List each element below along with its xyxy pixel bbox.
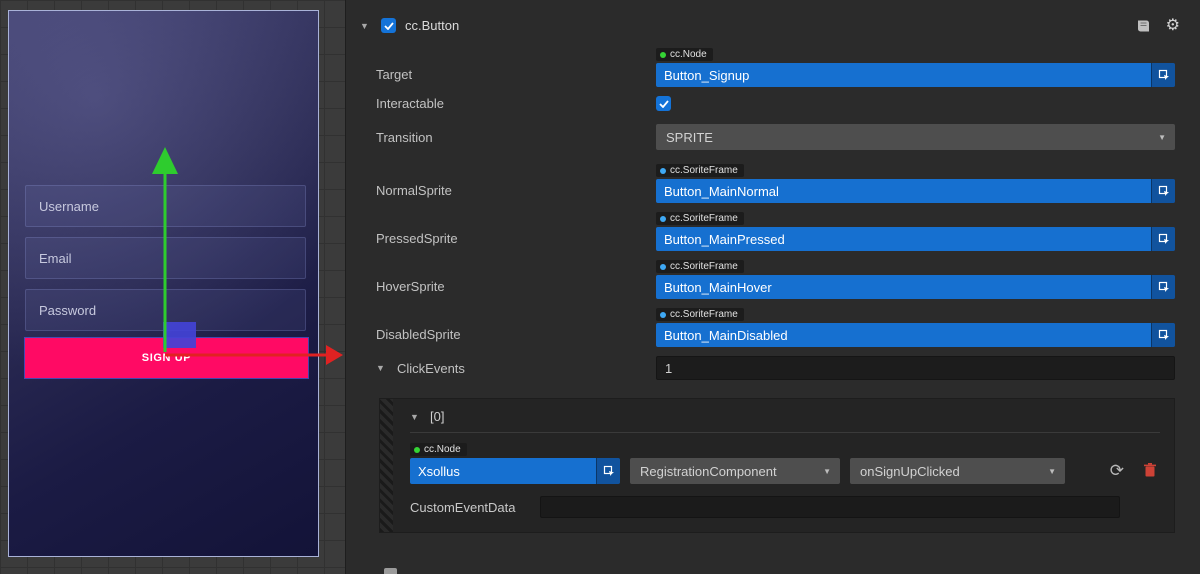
click-events-count-input[interactable]: 1: [656, 356, 1175, 380]
normal-sprite-type-tag: cc.SoriteFrame: [656, 164, 744, 177]
normal-sprite-picker-icon[interactable]: [1151, 179, 1175, 203]
event-0-index: [0]: [430, 409, 444, 424]
event-0-header: ▼ [0]: [410, 409, 1160, 433]
disabled-sprite-type-tag: cc.SoriteFrame: [656, 308, 744, 321]
target-ref-field[interactable]: Button_Signup: [656, 63, 1175, 87]
hover-sprite-label: HoverSprite: [376, 279, 656, 299]
gizmo-y-axis-arrowhead[interactable]: [152, 147, 178, 174]
component-enabled-checkbox[interactable]: [381, 18, 396, 33]
event-handler-dropdown[interactable]: onSignUpClicked ▼: [850, 458, 1065, 484]
hover-sprite-type-tag: cc.SoriteFrame: [656, 260, 744, 273]
click-events-label: ClickEvents: [397, 361, 465, 376]
interactable-label: Interactable: [376, 96, 656, 111]
disabled-sprite-row: DisabledSprite cc.SoriteFrame Button_Mai…: [346, 308, 1200, 347]
transform-gizmo: [0, 0, 345, 574]
transition-label: Transition: [376, 130, 656, 145]
refresh-icon[interactable]: ⟳: [1110, 461, 1124, 484]
spriteframe-type-dot-icon: [660, 264, 666, 270]
custom-event-data-row: CustomEventData: [410, 496, 1160, 518]
docs-icon[interactable]: [1136, 19, 1151, 33]
click-events-label-group: ▼ ClickEvents: [376, 361, 656, 376]
pressed-sprite-picker-icon[interactable]: [1151, 227, 1175, 251]
chevron-down-icon: ▼: [1048, 467, 1056, 476]
trash-icon[interactable]: [1134, 463, 1160, 484]
click-events-row: ▼ ClickEvents 1: [346, 356, 1200, 380]
target-type-tag: cc.Node: [656, 48, 713, 61]
disabled-sprite-picker-icon[interactable]: [1151, 323, 1175, 347]
normal-sprite-ref-field[interactable]: Button_MainNormal: [656, 179, 1175, 203]
click-events-collapse-icon[interactable]: ▼: [376, 363, 388, 373]
target-row: Target cc.Node Button_Signup: [346, 48, 1200, 87]
property-rows: Target cc.Node Button_Signup I: [346, 38, 1200, 533]
event-node-picker-icon[interactable]: [596, 458, 620, 484]
spriteframe-type-dot-icon: [660, 168, 666, 174]
transition-dropdown[interactable]: SPRITE ▼: [656, 124, 1175, 150]
normal-sprite-row: NormalSprite cc.SoriteFrame Button_MainN…: [346, 164, 1200, 203]
pressed-sprite-type-tag: cc.SoriteFrame: [656, 212, 744, 225]
chevron-down-icon: ▼: [823, 467, 831, 476]
hover-sprite-ref-field[interactable]: Button_MainHover: [656, 275, 1175, 299]
event-node-type-tag: cc.Node: [410, 443, 467, 456]
node-type-dot-icon: [660, 52, 666, 58]
target-label: Target: [376, 67, 656, 87]
editor-window: Username Email Password SIGN UP ▼: [0, 0, 1200, 574]
normal-sprite-label: NormalSprite: [376, 183, 656, 203]
component-header: ▼ cc.Button ⚙: [346, 0, 1200, 38]
target-picker-icon[interactable]: [1151, 63, 1175, 87]
collapse-arrow-icon[interactable]: ▼: [360, 21, 372, 31]
gizmo-center-handle[interactable]: [163, 322, 196, 348]
event-0-collapse-icon[interactable]: ▼: [410, 412, 422, 422]
custom-event-data-input[interactable]: [540, 496, 1120, 518]
inspector-panel: ▼ cc.Button ⚙ Target cc.Node: [345, 0, 1200, 574]
interactable-checkbox[interactable]: [656, 96, 671, 111]
chevron-down-icon: ▼: [1158, 133, 1166, 142]
next-component-checkbox-peek[interactable]: [384, 568, 397, 574]
hover-sprite-row: HoverSprite cc.SoriteFrame Button_MainHo…: [346, 260, 1200, 299]
disabled-sprite-ref-field[interactable]: Button_MainDisabled: [656, 323, 1175, 347]
gear-icon[interactable]: ⚙: [1166, 18, 1180, 34]
event-component-dropdown[interactable]: RegistrationComponent ▼: [630, 458, 840, 484]
custom-event-data-label: CustomEventData: [410, 500, 528, 515]
event-node-ref-field[interactable]: Xsollus: [410, 458, 620, 484]
pressed-sprite-row: PressedSprite cc.SoriteFrame Button_Main…: [346, 212, 1200, 251]
component-title: cc.Button: [405, 18, 459, 33]
gizmo-x-axis-arrowhead[interactable]: [326, 345, 343, 365]
node-type-dot-icon: [414, 447, 420, 453]
scene-view: Username Email Password SIGN UP: [0, 0, 345, 574]
interactable-row: Interactable: [346, 96, 1200, 111]
hover-sprite-picker-icon[interactable]: [1151, 275, 1175, 299]
spriteframe-type-dot-icon: [660, 216, 666, 222]
header-icons: ⚙: [1136, 18, 1180, 34]
spriteframe-type-dot-icon: [660, 312, 666, 318]
disabled-sprite-label: DisabledSprite: [376, 327, 656, 347]
click-event-0-panel: ▼ [0] cc.Node Xsollus: [379, 398, 1175, 533]
event-0-target-row: cc.Node Xsollus RegistrationComponent ▼: [410, 443, 1160, 484]
pressed-sprite-label: PressedSprite: [376, 231, 656, 251]
transition-row: Transition SPRITE ▼: [346, 124, 1200, 150]
pressed-sprite-ref-field[interactable]: Button_MainPressed: [656, 227, 1175, 251]
